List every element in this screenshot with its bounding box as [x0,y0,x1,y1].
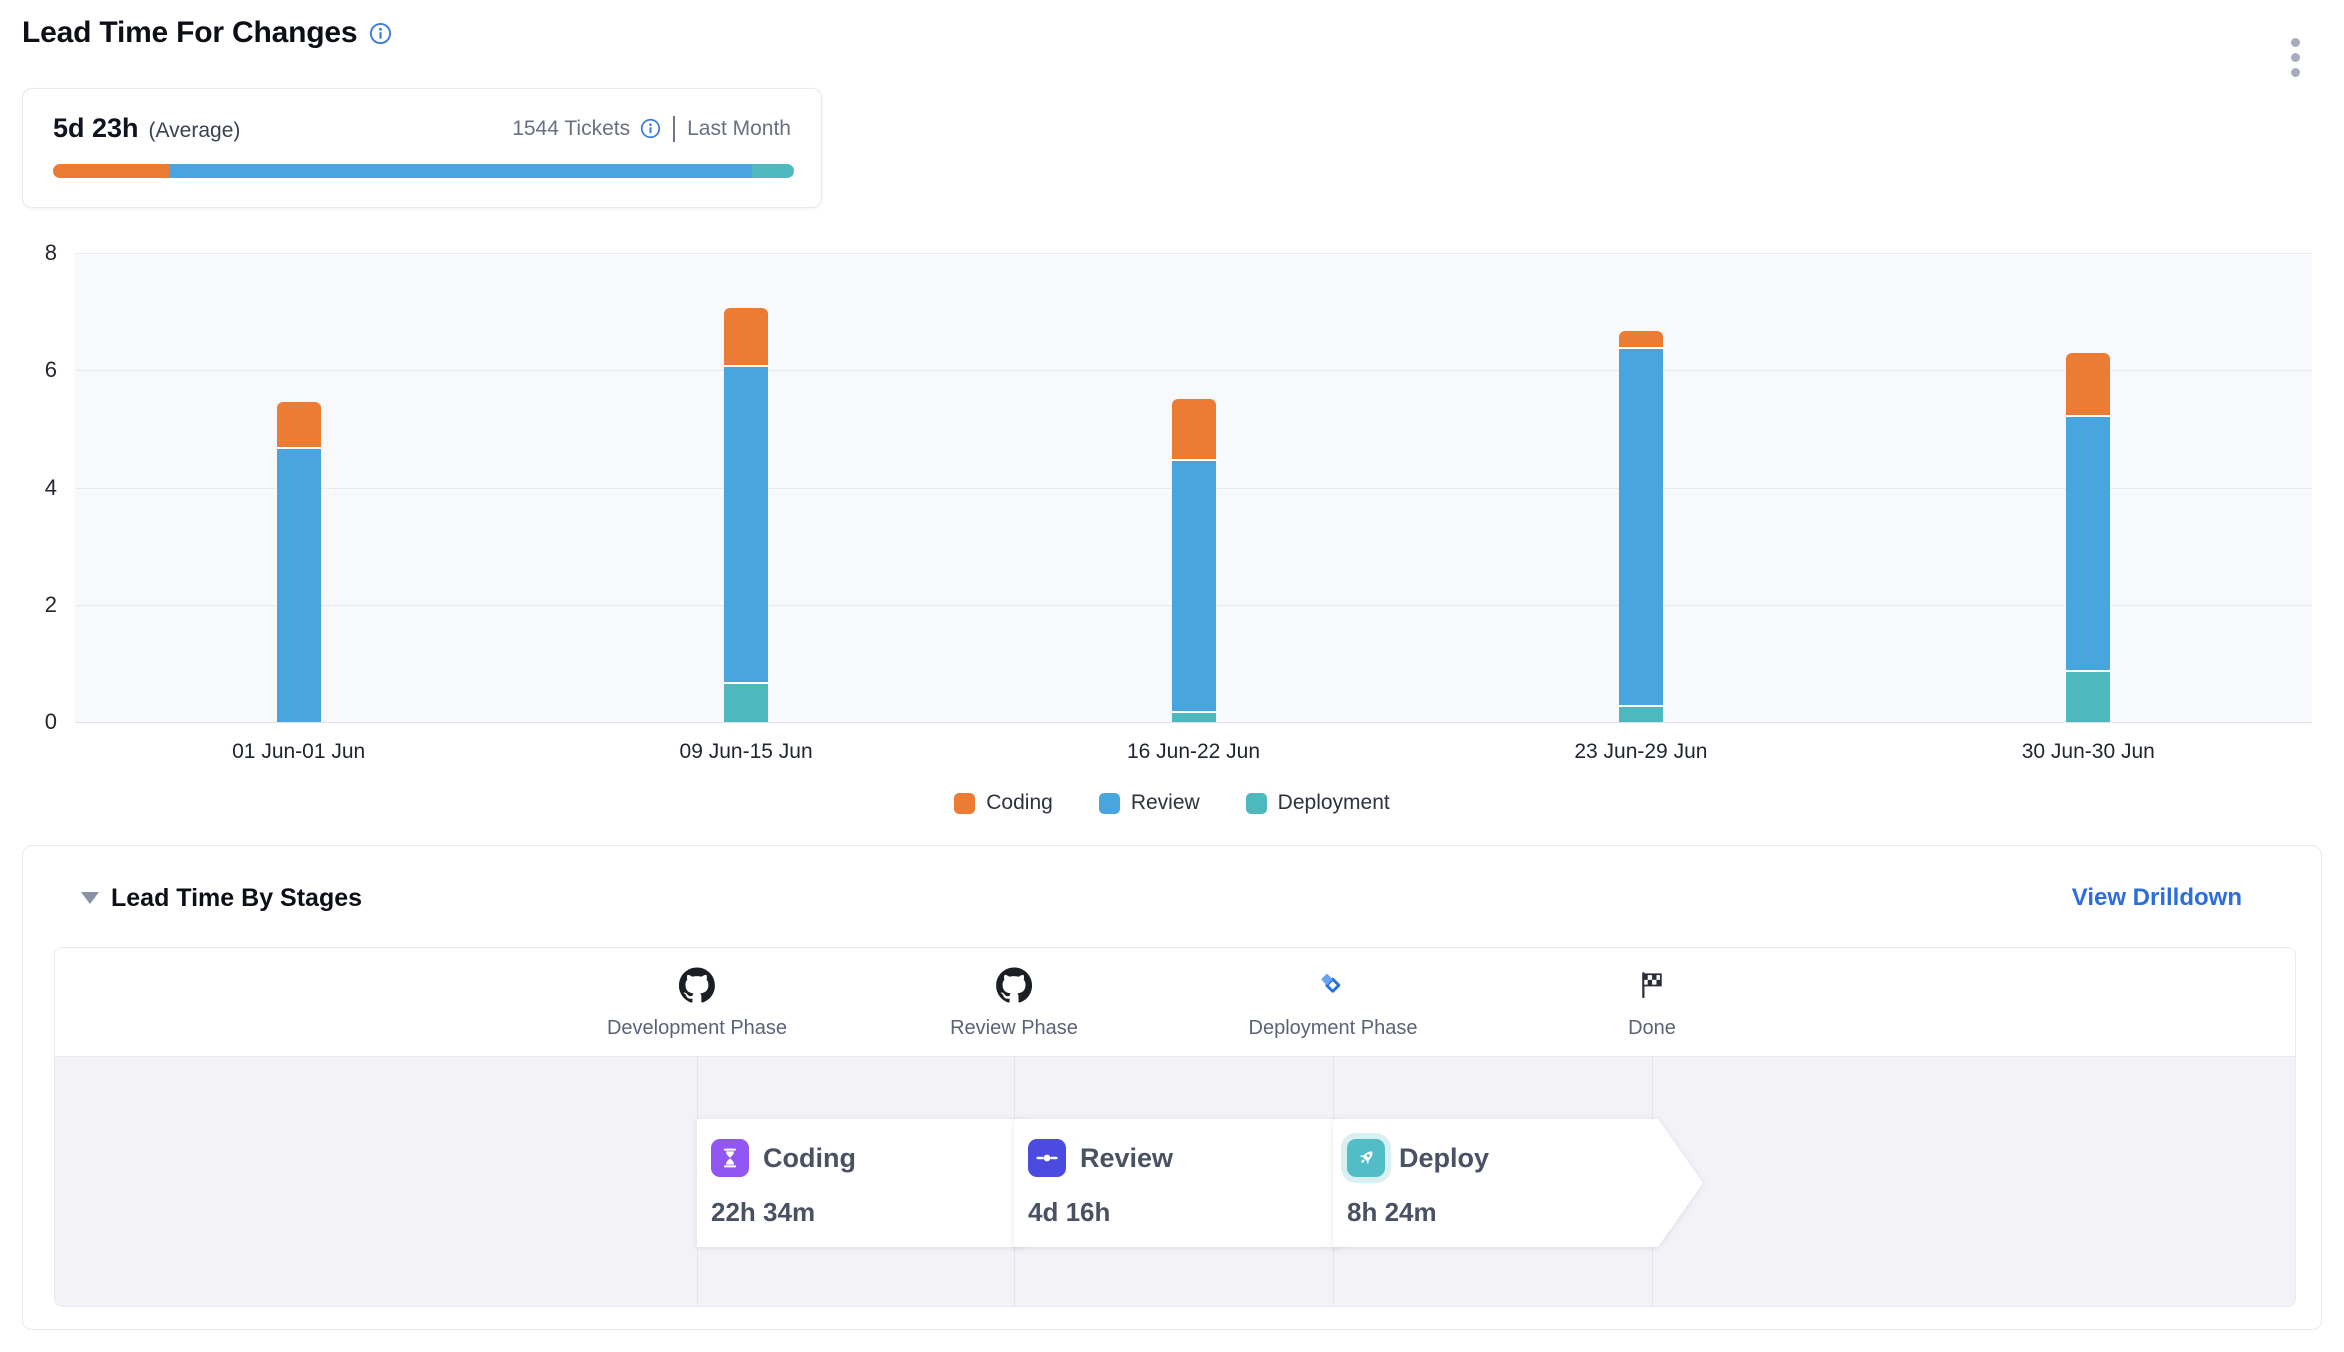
bar-30-jun-30-jun[interactable] [2066,353,2110,722]
stage-card-coding[interactable]: Coding 22h 34m [697,1119,1067,1247]
bar-01-jun-01-jun[interactable] [277,402,321,722]
average-value: 5d 23h [53,113,139,144]
bar-segment-deployment[interactable] [2066,672,2110,722]
stage-label: Review [1080,1143,1173,1174]
legend-swatch [954,793,975,814]
jira-icon [1318,966,1348,1004]
bar-23-jun-29-jun[interactable] [1619,331,1663,722]
plot-area: 02468 [75,253,2312,723]
title-info-icon[interactable] [369,22,392,45]
summary-meta: 1544 Tickets Last Month [512,116,791,142]
phase-label: Done [1628,1017,1676,1040]
y-axis-tick-label: 4 [21,475,57,501]
bar-segment-coding[interactable] [277,402,321,449]
summary-card: 5d 23h (Average) 1544 Tickets Last Month [22,88,822,208]
phase-done: Done [1628,966,1676,1040]
summary-bar-segment-coding [53,164,170,178]
bar-segment-deployment[interactable] [1619,707,1663,722]
kebab-menu-icon[interactable] [2287,34,2304,81]
page-title: Lead Time For Changes [22,16,357,50]
legend-item-deployment[interactable]: Deployment [1246,791,1390,815]
period-label: Last Month [687,117,791,141]
bar-segment-review[interactable] [2066,417,2110,672]
average-lead-time: 5d 23h (Average) [53,113,240,144]
y-axis-tick-label: 6 [21,357,57,383]
average-qualifier: (Average) [149,119,241,143]
legend-item-review[interactable]: Review [1099,791,1200,815]
legend-label: Review [1131,791,1200,815]
legend-item-coding[interactable]: Coding [954,791,1053,815]
stage-card-review[interactable]: Review 4d 16h [1014,1119,1384,1247]
y-axis-tick-label: 2 [21,592,57,618]
legend-swatch [1246,793,1267,814]
summary-bar-segment-review [170,164,752,178]
bar-segment-deployment[interactable] [724,684,768,722]
legend-swatch [1099,793,1120,814]
x-axis-label: 01 Jun-01 Jun [232,740,365,764]
gridline [75,370,2312,371]
stage-label: Deploy [1399,1143,1489,1174]
bar-segment-review[interactable] [724,367,768,684]
bar-16-jun-22-jun[interactable] [1172,399,1216,722]
bar-segment-review[interactable] [1619,349,1663,707]
phase-development: Development Phase [607,966,787,1040]
github-icon [996,966,1032,1004]
bar-segment-coding[interactable] [724,308,768,367]
chart-legend: Coding Review Deployment [0,791,2344,815]
rocket-icon [1347,1139,1385,1177]
bar-segment-coding[interactable] [2066,353,2110,417]
phase-header-row: Development Phase Review Phase Deploymen… [55,948,2295,1057]
bar-09-jun-15-jun[interactable] [724,308,768,722]
y-axis-tick-label: 8 [21,240,57,266]
checkered-flag-icon [1637,966,1667,1004]
tickets-count: 1544 Tickets [512,117,630,141]
tickets-info-icon[interactable] [640,118,661,139]
stage-card-deploy[interactable]: Deploy 8h 24m [1333,1119,1703,1247]
gridline [75,253,2312,254]
summary-bar-segment-deployment [752,164,793,178]
view-drilldown-link[interactable]: View Drilldown [2072,884,2242,912]
x-axis-label: 30 Jun-30 Jun [2022,740,2155,764]
stages-header: Lead Time By Stages View Drilldown [81,876,2242,920]
x-axis: 01 Jun-01 Jun 09 Jun-15 Jun 16 Jun-22 Jun 2… [75,740,2312,772]
hourglass-icon [711,1139,749,1177]
phase-label: Deployment Phase [1249,1017,1418,1040]
legend-label: Deployment [1278,791,1390,815]
stages-table: Development Phase Review Phase Deploymen… [54,947,2296,1307]
collapse-triangle-icon[interactable] [81,892,99,904]
legend-label: Coding [986,791,1053,815]
summary-distribution-bar [53,164,794,178]
x-axis-label: 23 Jun-29 Jun [1574,740,1707,764]
git-commit-icon [1028,1139,1066,1177]
lead-time-by-stages-section: Lead Time By Stages View Drilldown Devel… [22,845,2322,1330]
phase-deployment: Deployment Phase [1249,966,1418,1040]
bar-segment-coding[interactable] [1619,331,1663,349]
summary-top-row: 5d 23h (Average) 1544 Tickets Last Month [53,113,791,144]
widget-header: Lead Time For Changes [22,16,392,50]
github-icon [679,966,715,1004]
stage-duration: 8h 24m [1347,1197,1703,1228]
stages-section-title: Lead Time By Stages [111,884,362,913]
bar-segment-review[interactable] [1172,461,1216,713]
stage-label: Coding [763,1143,856,1174]
stage-body: Coding 22h 34m Review [55,1057,2295,1306]
x-axis-label: 16 Jun-22 Jun [1127,740,1260,764]
bar-segment-deployment[interactable] [1172,713,1216,722]
phase-label: Review Phase [950,1017,1078,1040]
bar-segment-coding[interactable] [1172,399,1216,461]
separator [673,116,675,142]
y-axis-tick-label: 0 [21,709,57,735]
stage-duration: 4d 16h [1028,1197,1384,1228]
phase-review: Review Phase [950,966,1078,1040]
bar-segment-review[interactable] [277,449,321,722]
x-axis-label: 09 Jun-15 Jun [680,740,813,764]
phase-label: Development Phase [607,1017,787,1040]
